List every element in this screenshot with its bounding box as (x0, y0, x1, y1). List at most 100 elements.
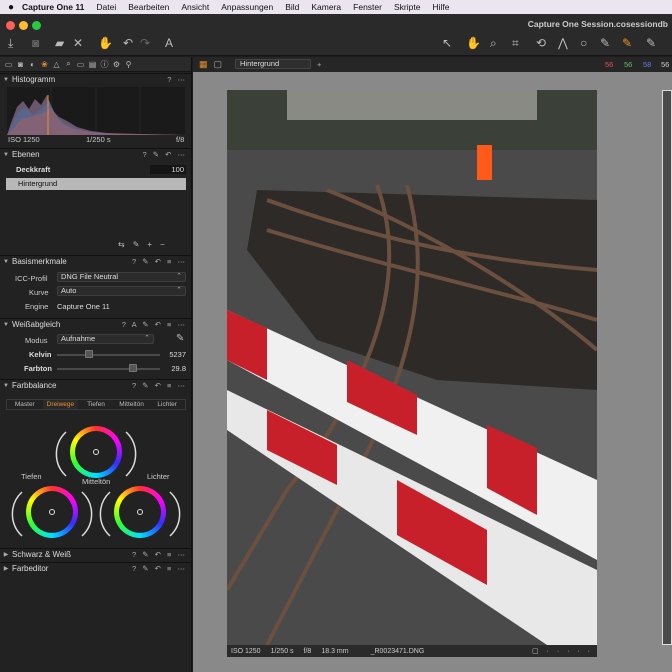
zoom-tool-icon[interactable]: ⌕ (490, 36, 497, 50)
menu-fenster[interactable]: Fenster (353, 2, 382, 12)
photo-caption-bar: ISO 1250 1/250 s f/8 18.3 mm _R0023471.D… (227, 645, 597, 657)
panel-controls[interactable]: ? ✎ ↶ ≡ ⋯ (132, 381, 187, 390)
menu-anpassungen[interactable]: Anpassungen (221, 2, 273, 12)
tint-slider[interactable] (57, 368, 160, 370)
redo-icon[interactable]: ↷ (140, 36, 150, 50)
tool-tabs: ▭ ◙ ◐ ❀ △ ⌕ ▭ ▤ ⓘ ⚙ ⚲ (0, 57, 191, 72)
picker-tool-icon[interactable]: ✎ (622, 36, 632, 50)
color-tab-icon[interactable]: ❀ (40, 60, 49, 69)
menu-skripte[interactable]: Skripte (394, 2, 420, 12)
panel-controls[interactable]: ? ✎ ↶ ≡ ⋯ (132, 564, 187, 573)
kelvin-value[interactable]: 5237 (162, 350, 186, 359)
collapse-icon[interactable]: ▼ (0, 152, 12, 158)
panel-title: Histogramm (12, 75, 56, 84)
tab-dreiwege[interactable]: Dreiwege (42, 400, 79, 409)
tint-value[interactable]: 29.8 (162, 364, 186, 373)
close-window-button[interactable] (6, 21, 15, 30)
collapse-icon[interactable]: ▼ (0, 383, 12, 389)
wheel-label-tiefen: Tiefen (21, 472, 42, 481)
wb-mode-select[interactable]: Aufnahme (57, 334, 154, 344)
single-view-icon[interactable]: ▢ (214, 59, 223, 70)
icc-profile-select[interactable]: DNG File Neutral (57, 272, 186, 282)
kelvin-slider-knob[interactable] (85, 350, 93, 358)
menu-kamera[interactable]: Kamera (311, 2, 341, 12)
output-tab-icon[interactable]: ▤ (88, 60, 97, 69)
base-panel-header[interactable]: ▼ Basismerkmale ? ✎ ↶ ≡ ⋯ (0, 255, 192, 267)
metadata-tab-icon[interactable]: ⓘ (100, 59, 109, 70)
menu-bild[interactable]: Bild (285, 2, 299, 12)
collapse-icon[interactable]: ▼ (0, 77, 12, 83)
hand-icon[interactable]: ✋ (98, 36, 113, 50)
select-tool-icon[interactable]: ↖ (442, 36, 452, 50)
panel-controls[interactable]: ? A ✎ ↶ ≡ ⋯ (122, 320, 187, 329)
rating-dots[interactable]: ▢ · · · · · (532, 647, 593, 655)
collapse-icon[interactable]: ▼ (0, 322, 12, 328)
menu-datei[interactable]: Datei (96, 2, 116, 12)
brush-tool-icon[interactable]: ✎ (600, 36, 610, 50)
curve-select[interactable]: Auto (57, 286, 186, 296)
wb-panel-header[interactable]: ▼ Weißabgleich ? A ✎ ↶ ≡ ⋯ (0, 318, 192, 330)
wb-picker-icon[interactable]: ✎ (176, 333, 184, 344)
caption-focal: 18.3 mm (321, 647, 349, 655)
icc-label: ICC-Profil (15, 274, 48, 283)
folder-icon[interactable]: ▰ (55, 36, 64, 50)
panel-title: Farbeditor (12, 564, 49, 573)
coloreditor-panel-header[interactable]: ▶ Farbeditor ? ✎ ↶ ≡ ⋯ (0, 562, 192, 574)
histogram-chart (7, 87, 185, 135)
camera-icon[interactable]: ◙ (32, 36, 39, 50)
next-photo-preview[interactable] (662, 90, 672, 645)
apple-menu-icon[interactable]: ● (0, 2, 22, 13)
local-tab-icon[interactable]: ▭ (76, 60, 85, 69)
engine-label: Engine (25, 302, 49, 311)
layers-panel-header[interactable]: ▼ Ebenen ? ✎ ↶ ⋯ (0, 148, 192, 160)
bw-panel-header[interactable]: ▶ Schwarz & Weiß ? ✎ ↶ ≡ ⋯ (0, 548, 192, 560)
annotate-tool-icon[interactable]: ✎ (646, 36, 656, 50)
expand-icon[interactable]: ▶ (0, 551, 12, 558)
panel-controls[interactable]: ? ✎ ↶ ⋯ (143, 150, 188, 159)
exposure-tab-icon[interactable]: △ (52, 60, 61, 69)
undo-icon[interactable]: ↶ (123, 36, 133, 50)
colorbalance-panel-header[interactable]: ▼ Farbbalance ? ✎ ↶ ≡ ⋯ (0, 379, 192, 391)
crop-tool-icon[interactable]: ⌗ (512, 36, 519, 50)
grid-view-icon[interactable]: ▦ (199, 59, 208, 70)
menu-hilfe[interactable]: Hilfe (432, 2, 449, 12)
menu-ansicht[interactable]: Ansicht (181, 2, 209, 12)
delete-icon[interactable]: ✕ (73, 36, 83, 50)
tint-slider-knob[interactable] (129, 364, 137, 372)
import-icon[interactable]: ⤓ (8, 36, 13, 50)
opacity-value[interactable]: 100 (150, 165, 186, 174)
layer-row-background[interactable]: Hintergrund (6, 178, 186, 190)
photo-preview[interactable] (227, 90, 597, 645)
pan-tool-icon[interactable]: ✋ (466, 36, 481, 50)
minimize-window-button[interactable] (19, 21, 28, 30)
add-layer-icon[interactable]: + (317, 60, 321, 69)
expand-icon[interactable]: ▶ (0, 565, 12, 572)
zoom-window-button[interactable] (32, 21, 41, 30)
tab-tiefen[interactable]: Tiefen (78, 400, 114, 409)
menu-bearbeiten[interactable]: Bearbeiten (128, 2, 169, 12)
library-tab-icon[interactable]: ▭ (4, 60, 13, 69)
panel-controls[interactable]: ? ⋯ (167, 75, 187, 84)
keystone-tool-icon[interactable]: ⋀ (558, 36, 568, 50)
lens-tab-icon[interactable]: ◐ (28, 60, 37, 69)
tab-mitteltoene[interactable]: Mitteltön (114, 400, 150, 409)
app-menu[interactable]: Capture One 11 (22, 2, 84, 12)
batch-tab-icon[interactable]: ⚲ (124, 60, 133, 69)
panel-controls[interactable]: ? ✎ ↶ ≡ ⋯ (132, 550, 187, 559)
panel-title: Farbbalance (12, 381, 57, 390)
tab-lichter[interactable]: Lichter (149, 400, 185, 409)
histogram-panel-header[interactable]: ▼ Histogramm ? ⋯ (0, 73, 192, 85)
capture-tab-icon[interactable]: ◙ (16, 60, 25, 69)
settings-tab-icon[interactable]: ⚙ (112, 60, 121, 69)
panel-controls[interactable]: ? ✎ ↶ ≡ ⋯ (132, 257, 187, 266)
tab-master[interactable]: Master (7, 400, 43, 409)
layer-tools[interactable]: ⇆✎+− (118, 240, 173, 249)
rotate-tool-icon[interactable]: ⟲ (536, 36, 546, 50)
layer-select[interactable]: Hintergrund (235, 59, 311, 69)
details-tab-icon[interactable]: ⌕ (64, 59, 73, 69)
text-tool-icon[interactable]: A (165, 36, 173, 50)
circle-tool-icon[interactable]: ○ (580, 36, 587, 50)
collapse-icon[interactable]: ▼ (0, 259, 12, 265)
kelvin-slider[interactable] (57, 354, 160, 356)
histogram-shutter: 1/250 s (86, 135, 111, 144)
